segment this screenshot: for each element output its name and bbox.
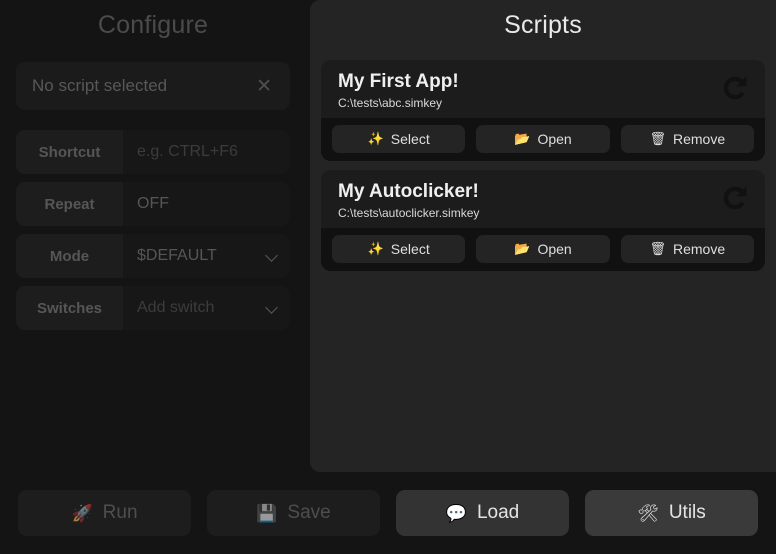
- script-name: My First App!: [338, 71, 459, 92]
- script-path: C:\tests\abc.simkey: [338, 95, 443, 110]
- selected-script-field[interactable]: No script selected ✕: [16, 62, 290, 110]
- open-button-label: Open: [537, 240, 572, 257]
- utils-button[interactable]: 🛠 Utils: [585, 490, 758, 536]
- scripts-panel: Scripts My First App! C:\tests\abc.simkey…: [310, 0, 776, 472]
- configure-panel: Configure No script selected ✕ Shortcut e…: [0, 0, 306, 472]
- form-row-shortcut[interactable]: Shortcut e.g. CTRL+F6: [16, 130, 290, 174]
- form-value-text: $DEFAULT: [137, 247, 217, 264]
- remove-button[interactable]: 🗑 Remove: [620, 124, 754, 153]
- form-value-shortcut[interactable]: e.g. CTRL+F6: [123, 130, 290, 174]
- script-card-actions: ✨ Select 📂 Open 🗑 Remove: [321, 227, 765, 271]
- scripts-panel-title: Scripts: [504, 11, 582, 39]
- chevron-down-icon[interactable]: [266, 302, 278, 314]
- open-button[interactable]: 📂 Open: [476, 124, 610, 153]
- floppy-disk-icon: 💾: [256, 503, 278, 523]
- script-card-header: My First App! C:\tests\abc.simkey: [321, 60, 765, 118]
- open-folder-icon: 📂: [514, 131, 531, 147]
- configure-form: Shortcut e.g. CTRL+F6 Repeat OFF Mode $DEFAUL…: [16, 130, 290, 330]
- save-button-label: Save: [287, 502, 331, 523]
- form-label: Shortcut: [16, 130, 123, 174]
- reload-icon[interactable]: [717, 70, 753, 106]
- script-card: My Autoclicker! C:\tests\autoclicker.simk…: [321, 169, 765, 271]
- open-button[interactable]: 📂 Open: [476, 234, 610, 263]
- form-value-mode[interactable]: $DEFAULT: [123, 234, 290, 278]
- bottom-toolbar: 🚀 Run 💾 Save 💬 Load 🛠 Utils: [0, 472, 776, 554]
- form-row-mode[interactable]: Mode $DEFAULT: [16, 234, 290, 278]
- select-button-label: Select: [390, 130, 430, 147]
- script-name: My Autoclicker!: [338, 180, 479, 202]
- form-label: Mode: [16, 234, 123, 278]
- sparkles-icon: ✨: [367, 131, 384, 147]
- form-value-text: e.g. CTRL+F6: [137, 143, 238, 160]
- hammer-and-wrench-icon: 🛠: [637, 503, 659, 523]
- reload-icon[interactable]: [717, 180, 753, 216]
- close-icon[interactable]: ✕: [252, 75, 276, 98]
- form-row-switches[interactable]: Switches Add switch: [16, 286, 290, 330]
- remove-button-label: Remove: [673, 130, 726, 147]
- select-button[interactable]: ✨ Select: [332, 124, 466, 153]
- run-button-label: Run: [102, 502, 138, 523]
- select-button-label: Select: [390, 240, 430, 257]
- form-value-switches[interactable]: Add switch: [123, 286, 290, 330]
- trash-icon: 🗑: [649, 131, 666, 147]
- sparkles-icon: ✨: [367, 241, 384, 257]
- script-card: My First App! C:\tests\abc.simkey ✨ Select 📂…: [321, 60, 765, 161]
- speech-balloon-icon: 💬: [445, 503, 467, 523]
- form-value-text: OFF: [137, 195, 169, 212]
- save-button: 💾 Save: [207, 490, 380, 536]
- form-label: Switches: [16, 286, 123, 330]
- open-button-label: Open: [537, 130, 572, 147]
- remove-button[interactable]: 🗑 Remove: [620, 234, 754, 263]
- remove-button-label: Remove: [673, 240, 726, 257]
- selected-script-value: No script selected: [32, 76, 168, 95]
- script-path: C:\tests\autoclicker.simkey: [338, 205, 480, 220]
- chevron-down-icon[interactable]: [266, 250, 278, 262]
- form-value-text: Add switch: [137, 299, 215, 316]
- form-value-repeat[interactable]: OFF: [123, 182, 290, 226]
- rocket-icon: 🚀: [71, 503, 93, 523]
- script-list: My First App! C:\tests\abc.simkey ✨ Select 📂…: [321, 60, 765, 271]
- trash-icon: 🗑: [649, 241, 666, 257]
- load-button-label: Load: [476, 502, 520, 523]
- script-card-header: My Autoclicker! C:\tests\autoclicker.simk…: [321, 170, 765, 228]
- run-button: 🚀 Run: [18, 490, 191, 536]
- app-window: Configure No script selected ✕ Shortcut e…: [0, 0, 776, 554]
- form-label: Repeat: [16, 182, 123, 226]
- utils-button-label: Utils: [668, 502, 706, 523]
- configure-panel-title: Configure: [97, 11, 209, 39]
- select-button[interactable]: ✨ Select: [332, 234, 466, 263]
- load-button[interactable]: 💬 Load: [396, 490, 569, 536]
- open-folder-icon: 📂: [514, 241, 531, 257]
- form-row-repeat[interactable]: Repeat OFF: [16, 182, 290, 226]
- script-card-actions: ✨ Select 📂 Open 🗑 Remove: [321, 117, 765, 161]
